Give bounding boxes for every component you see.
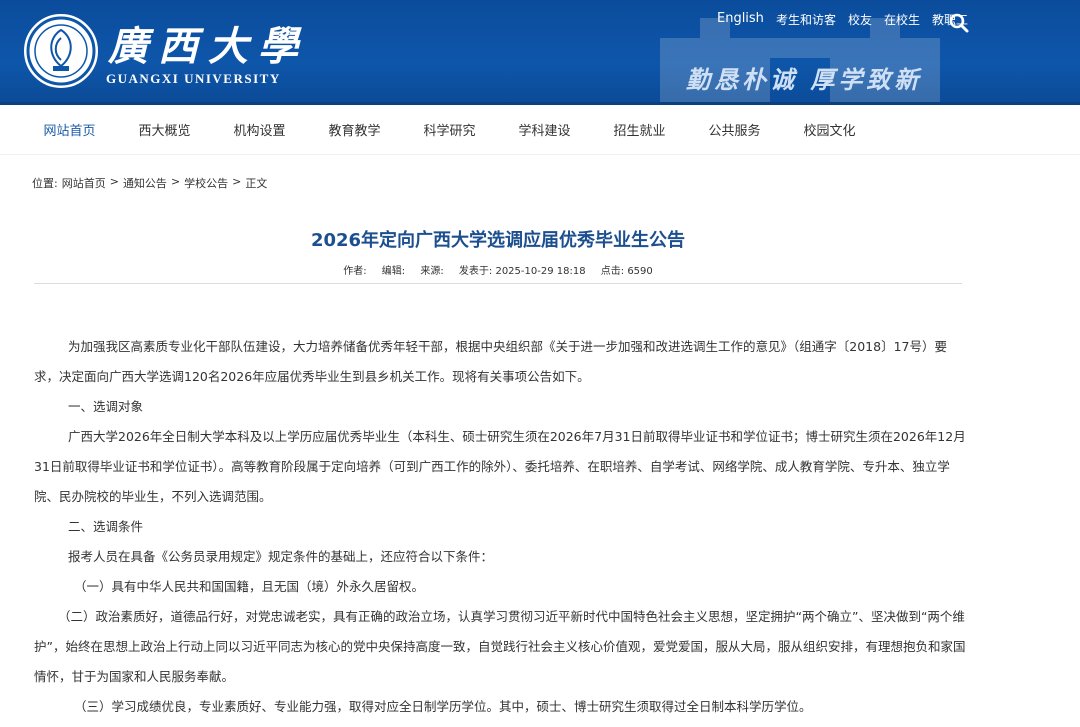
paragraph-condition-1: （一）具有中华人民共和国国籍，且无国（境）外永久居留权。 xyxy=(74,579,425,594)
breadcrumb-label: 位置: xyxy=(32,177,58,190)
paragraph-condition-3: （三）学习成绩优良，专业素质好、专业能力强，取得对应全日制学历学位。其中，硕士、… xyxy=(74,699,812,714)
section-heading-targets: 一、选调对象 xyxy=(68,399,144,414)
breadcrumb-separator: > xyxy=(109,175,119,188)
meta-published: 发表于: 2025-10-29 18:18 xyxy=(458,266,586,277)
article-title: 2026年定向广西大学选调应届优秀毕业生公告 xyxy=(310,230,686,251)
nav-overview[interactable]: 西大概览 xyxy=(117,120,212,139)
paragraph-intro: 为加强我区高素质专业化干部队伍建设，大力培养储备优秀年轻干部，根据中央组织部《关… xyxy=(34,339,947,384)
nav-services[interactable]: 公共服务 xyxy=(687,120,782,139)
nav-campus-culture[interactable]: 校园文化 xyxy=(782,120,877,139)
meta-editor: 编辑: xyxy=(381,266,406,277)
breadcrumb-notices[interactable]: 通知公告 xyxy=(123,175,167,191)
site-header: 廣西大學 GUANGXI UNIVERSITY English 考生和访客 校友… xyxy=(0,0,1080,105)
breadcrumb-separator: > xyxy=(170,175,181,188)
toplink-students[interactable]: 在校生 xyxy=(884,11,920,28)
breadcrumb-home[interactable]: 网站首页 xyxy=(62,175,106,191)
toplink-alumni[interactable]: 校友 xyxy=(848,11,872,28)
meta-source: 来源: xyxy=(420,266,444,277)
paragraph-targets: 广西大学2026年全日制大学本科及以上学历应届优秀毕业生（本科生、硕士研究生须在… xyxy=(34,429,966,504)
search-icon[interactable] xyxy=(948,12,970,34)
university-motto: 勤恳朴诚 厚学致新 xyxy=(686,65,923,94)
nav-disciplines[interactable]: 学科建设 xyxy=(497,120,592,139)
nav-home[interactable]: 网站首页 xyxy=(22,120,117,139)
top-links: English 考生和访客 校友 在校生 教职工 xyxy=(717,11,968,28)
nav-admissions[interactable]: 招生就业 xyxy=(592,120,687,139)
article-body: 为加强我区高素质专业化干部队伍建设，大力培养储备优秀年轻干部，根据中央组织部《关… xyxy=(34,332,970,722)
nav-education[interactable]: 教育教学 xyxy=(307,120,402,139)
title-divider xyxy=(34,283,962,284)
breadcrumb-separator: > xyxy=(232,175,242,188)
nav-organization[interactable]: 机构设置 xyxy=(212,120,307,139)
article-meta: 作者: 编辑: 来源: 发表于: 2025-10-29 18:18 点击: 65… xyxy=(0,262,996,277)
paragraph-conditions-intro: 报考人员在具备《公务员录用规定》规定条件的基础上，还应符合以下条件： xyxy=(68,549,494,564)
breadcrumb-current: 正文 xyxy=(245,177,268,190)
meta-views: 点击: 6590 xyxy=(600,266,653,277)
breadcrumb: 位置: 网站首页 > 通知公告 > 学校公告 > 正文 xyxy=(32,175,267,191)
toplink-visitors[interactable]: 考生和访客 xyxy=(776,11,836,28)
meta-author: 作者: xyxy=(343,266,367,277)
header-divider xyxy=(0,102,1080,105)
brand-chinese[interactable]: 廣西大學 xyxy=(108,14,308,72)
brand-english[interactable]: GUANGXI UNIVERSITY xyxy=(106,71,281,87)
section-heading-conditions: 二、选调条件 xyxy=(68,519,144,534)
toplink-english[interactable]: English xyxy=(717,11,764,28)
breadcrumb-school-notices[interactable]: 学校公告 xyxy=(184,175,228,191)
university-logo[interactable] xyxy=(24,14,98,88)
nav-research[interactable]: 科学研究 xyxy=(402,120,497,139)
paragraph-condition-2: （二）政治素质好，道德品行好，对党忠诚老实，具有正确的政治立场，认真学习贯彻习近… xyxy=(34,609,966,684)
main-nav: 网站首页 西大概览 机构设置 教育教学 科学研究 学科建设 招生就业 公共服务 … xyxy=(0,105,1080,155)
